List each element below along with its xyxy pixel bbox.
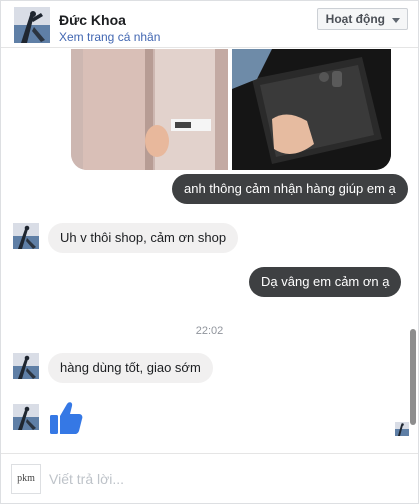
message-outgoing[interactable]: Dạ vâng em cảm ơn ạ [249,267,402,297]
chat-window: Đức Khoa Xem trang cá nhân Hoạt động anh… [0,0,419,504]
shared-photos [71,49,391,170]
activity-status-button[interactable]: Hoạt động [316,8,408,30]
reply-input[interactable] [49,464,349,494]
message-list: anh thông cảm nhận hàng giúp em ạ Uh v t… [1,49,418,451]
message-incoming[interactable]: Uh v thôi shop, cảm ơn shop [48,223,239,253]
contact-name[interactable]: Đức Khoa [59,12,126,28]
thumbs-up-icon[interactable] [48,400,84,436]
scrollbar-thumb[interactable] [410,329,416,425]
contact-avatar[interactable] [14,7,50,43]
contact-avatar-small[interactable] [13,223,39,249]
reply-composer: pkm [1,453,418,503]
contact-avatar-small[interactable] [13,353,39,379]
chat-header: Đức Khoa Xem trang cá nhân Hoạt động [1,1,418,48]
page-avatar: pkm [11,464,41,494]
contact-avatar-small[interactable] [13,404,39,430]
view-profile-link[interactable]: Xem trang cá nhân [59,30,160,44]
message-incoming[interactable]: hàng dùng tốt, giao sớm [48,353,213,383]
product-photo-rose-case[interactable] [71,49,228,170]
activity-status-label: Hoạt động [325,12,385,26]
seen-avatar [395,422,409,436]
message-timestamp: 22:02 [195,325,224,337]
chevron-down-icon [392,18,400,23]
message-outgoing[interactable]: anh thông cảm nhận hàng giúp em ạ [172,174,408,204]
product-photo-black-case[interactable] [232,49,391,170]
